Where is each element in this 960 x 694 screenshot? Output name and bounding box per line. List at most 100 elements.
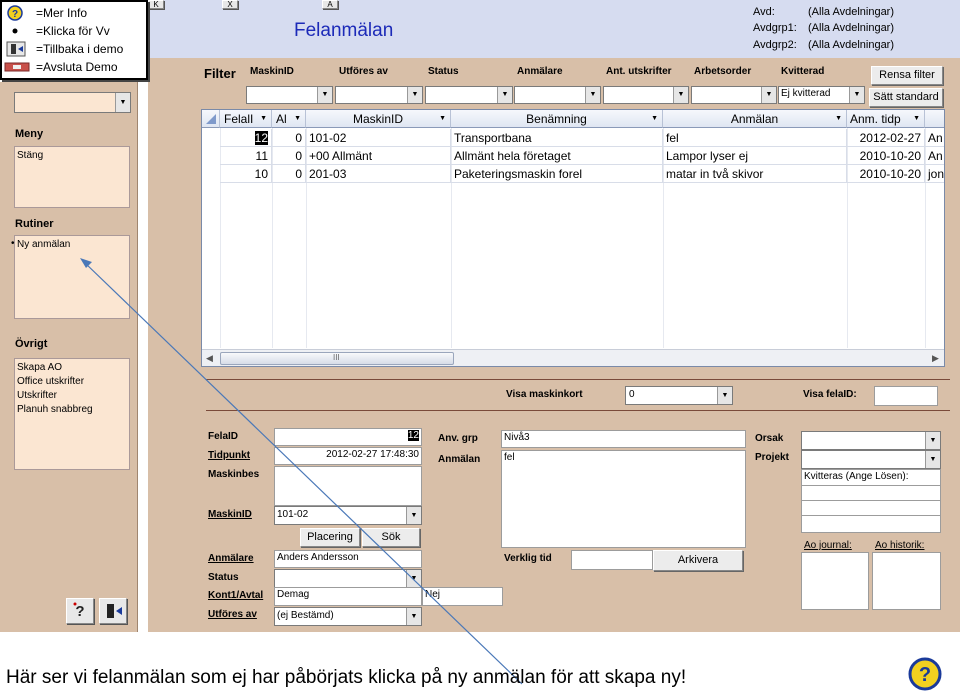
ao-journal-list[interactable] (801, 552, 869, 610)
chevron-down-icon[interactable]: ▼ (717, 387, 732, 404)
menu-item-planuh[interactable]: Planuh snabbreg (17, 403, 127, 417)
cell-al[interactable]: 0 (272, 129, 306, 147)
utfores-av-combo[interactable]: (ej Bestämd) ▼ (274, 607, 422, 626)
chevron-down-icon[interactable]: ▼ (406, 608, 421, 625)
maskinid-label[interactable]: MaskinID (208, 509, 252, 520)
chevron-down-icon[interactable]: ▼ (406, 570, 421, 587)
filter-utskrifter-combo[interactable]: ▼ (603, 86, 689, 104)
cell-extra[interactable]: An (925, 147, 944, 165)
kvitteras-field-1[interactable] (801, 485, 941, 501)
status-combo[interactable]: ▼ (274, 569, 422, 588)
scroll-thumb[interactable]: III (220, 352, 454, 365)
anmalan-field[interactable]: fel (501, 450, 746, 548)
anv-grp-field[interactable]: Nivå3 (501, 430, 746, 448)
menu-item-office-utskrifter[interactable]: Office utskrifter (17, 375, 127, 389)
col-header-anm-tidp[interactable]: Anm. tidp ▼ (847, 110, 925, 128)
kvitteras-field-3[interactable] (801, 515, 941, 533)
orsak-combo[interactable]: ▼ (801, 431, 941, 450)
ao-historik-label[interactable]: Ao historik: (875, 540, 924, 551)
cell-anm-tidp[interactable]: 2010-10-20 (847, 147, 925, 165)
kvitteras-field-2[interactable] (801, 500, 941, 516)
horizontal-scrollbar[interactable]: ◀ III ▶ (202, 349, 944, 366)
chevron-down-icon[interactable]: ▼ (406, 507, 421, 524)
cell-al[interactable]: 0 (272, 165, 306, 183)
cell-felal[interactable]: 11 (220, 147, 272, 165)
ao-journal-label[interactable]: Ao journal: (804, 540, 852, 551)
cell-anmalan[interactable]: matar in två skivor (663, 165, 847, 183)
col-header-benamning[interactable]: Benämning ▼ (451, 110, 663, 128)
cell-anmalan[interactable]: Lampor lyser ej (663, 147, 847, 165)
sidebar-combo[interactable]: ▼ (14, 92, 131, 113)
visa-felaid-input[interactable] (874, 386, 938, 406)
cell-extra[interactable]: An (925, 129, 944, 147)
chevron-down-icon[interactable]: ▼ (260, 110, 267, 128)
cell-felal[interactable]: 10 (220, 165, 272, 183)
chevron-down-icon[interactable]: ▼ (497, 87, 512, 103)
maskinkort-combo[interactable]: 0 ▼ (625, 386, 733, 405)
grid-select-all[interactable] (202, 110, 220, 128)
cell-extra[interactable]: jon (925, 165, 944, 183)
anmalare-field[interactable]: Anders Andersson (274, 550, 422, 568)
chevron-down-icon[interactable]: ▼ (925, 451, 940, 468)
sok-button[interactable]: Sök (362, 528, 420, 547)
exit-door-button[interactable] (99, 598, 127, 624)
satt-standard-button[interactable]: Sätt standard (869, 88, 943, 107)
verklig-tid-field[interactable] (571, 550, 653, 570)
placering-button[interactable]: Placering (300, 528, 360, 547)
kont-avtal-label[interactable]: Kont1/Avtal (208, 590, 263, 601)
chevron-down-icon[interactable]: ▼ (407, 87, 422, 103)
kont-avtal-field[interactable]: Demag (274, 587, 422, 606)
cell-benamning[interactable]: Transportbana (451, 129, 663, 147)
tidpunkt-field[interactable]: 2012-02-27 17:48:30 (274, 447, 422, 465)
scroll-right-icon[interactable]: ▶ (932, 353, 939, 364)
filter-kvitterad-combo[interactable]: Ej kvitterad ▼ (778, 86, 865, 104)
filter-arbetsorder-combo[interactable]: ▼ (691, 86, 777, 104)
scroll-left-icon[interactable]: ◀ (206, 353, 213, 364)
felaid-field[interactable]: 12 (274, 428, 422, 446)
chevron-down-icon[interactable]: ▼ (651, 110, 658, 128)
maskinid-combo[interactable]: 101-02 ▼ (274, 506, 422, 525)
tab-a[interactable]: A (322, 0, 338, 9)
filter-status-combo[interactable]: ▼ (425, 86, 513, 104)
chevron-down-icon[interactable]: ▼ (835, 110, 842, 128)
chevron-down-icon[interactable]: ▼ (673, 87, 688, 103)
cell-maskinid[interactable]: 201-03 (306, 165, 451, 183)
chevron-down-icon[interactable]: ▼ (925, 432, 940, 449)
tab-k[interactable]: K (148, 0, 164, 9)
chevron-down-icon[interactable]: ▼ (439, 110, 446, 128)
menu-item-stang[interactable]: Stäng (17, 149, 127, 163)
col-header-felal[interactable]: FelalI ▼ (220, 110, 272, 128)
cell-anm-tidp[interactable]: 2010-10-20 (847, 165, 925, 183)
col-header-al[interactable]: Al ▼ (272, 110, 306, 128)
cell-maskinid[interactable]: +00 Allmänt (306, 147, 451, 165)
anmalare-label[interactable]: Anmälare (208, 553, 254, 564)
chevron-down-icon[interactable]: ▼ (294, 110, 301, 128)
menu-item-utskrifter[interactable]: Utskrifter (17, 389, 127, 403)
cell-felal[interactable]: 12 (220, 129, 272, 147)
menu-item-skapa-ao[interactable]: Skapa AO (17, 361, 127, 375)
chevron-down-icon[interactable]: ▼ (849, 87, 864, 103)
chevron-down-icon[interactable]: ▼ (913, 110, 920, 128)
chevron-down-icon[interactable]: ▼ (761, 87, 776, 103)
projekt-combo[interactable]: ▼ (801, 450, 941, 469)
chevron-down-icon[interactable]: ▼ (115, 93, 130, 112)
help-icon[interactable]: ? (908, 657, 942, 691)
col-header-maskinid[interactable]: MaskinID ▼ (306, 110, 451, 128)
cell-anm-tidp[interactable]: 2012-02-27 (847, 129, 925, 147)
arkivera-button[interactable]: Arkivera (653, 550, 743, 571)
rensa-filter-button[interactable]: Rensa filter (871, 66, 943, 85)
avtal-nej-field[interactable]: Nej (422, 587, 503, 606)
chevron-down-icon[interactable]: ▼ (585, 87, 600, 103)
cell-al[interactable]: 0 (272, 147, 306, 165)
cell-benamning[interactable]: Allmänt hela företaget (451, 147, 663, 165)
cell-anmalan[interactable]: fel (663, 129, 847, 147)
maskinbes-field[interactable] (274, 466, 422, 506)
help-button[interactable]: ? (66, 598, 94, 624)
filter-maskinid-combo[interactable]: ▼ (246, 86, 333, 104)
filter-anmalare-combo[interactable]: ▼ (514, 86, 601, 104)
menu-item-ny-anmalan[interactable]: • Ny anmälan (11, 238, 127, 252)
ao-historik-list[interactable] (872, 552, 941, 610)
cell-maskinid[interactable]: 101-02 (306, 129, 451, 147)
tidpunkt-label[interactable]: Tidpunkt (208, 450, 250, 461)
col-header-anmalan[interactable]: Anmälan ▼ (663, 110, 847, 128)
